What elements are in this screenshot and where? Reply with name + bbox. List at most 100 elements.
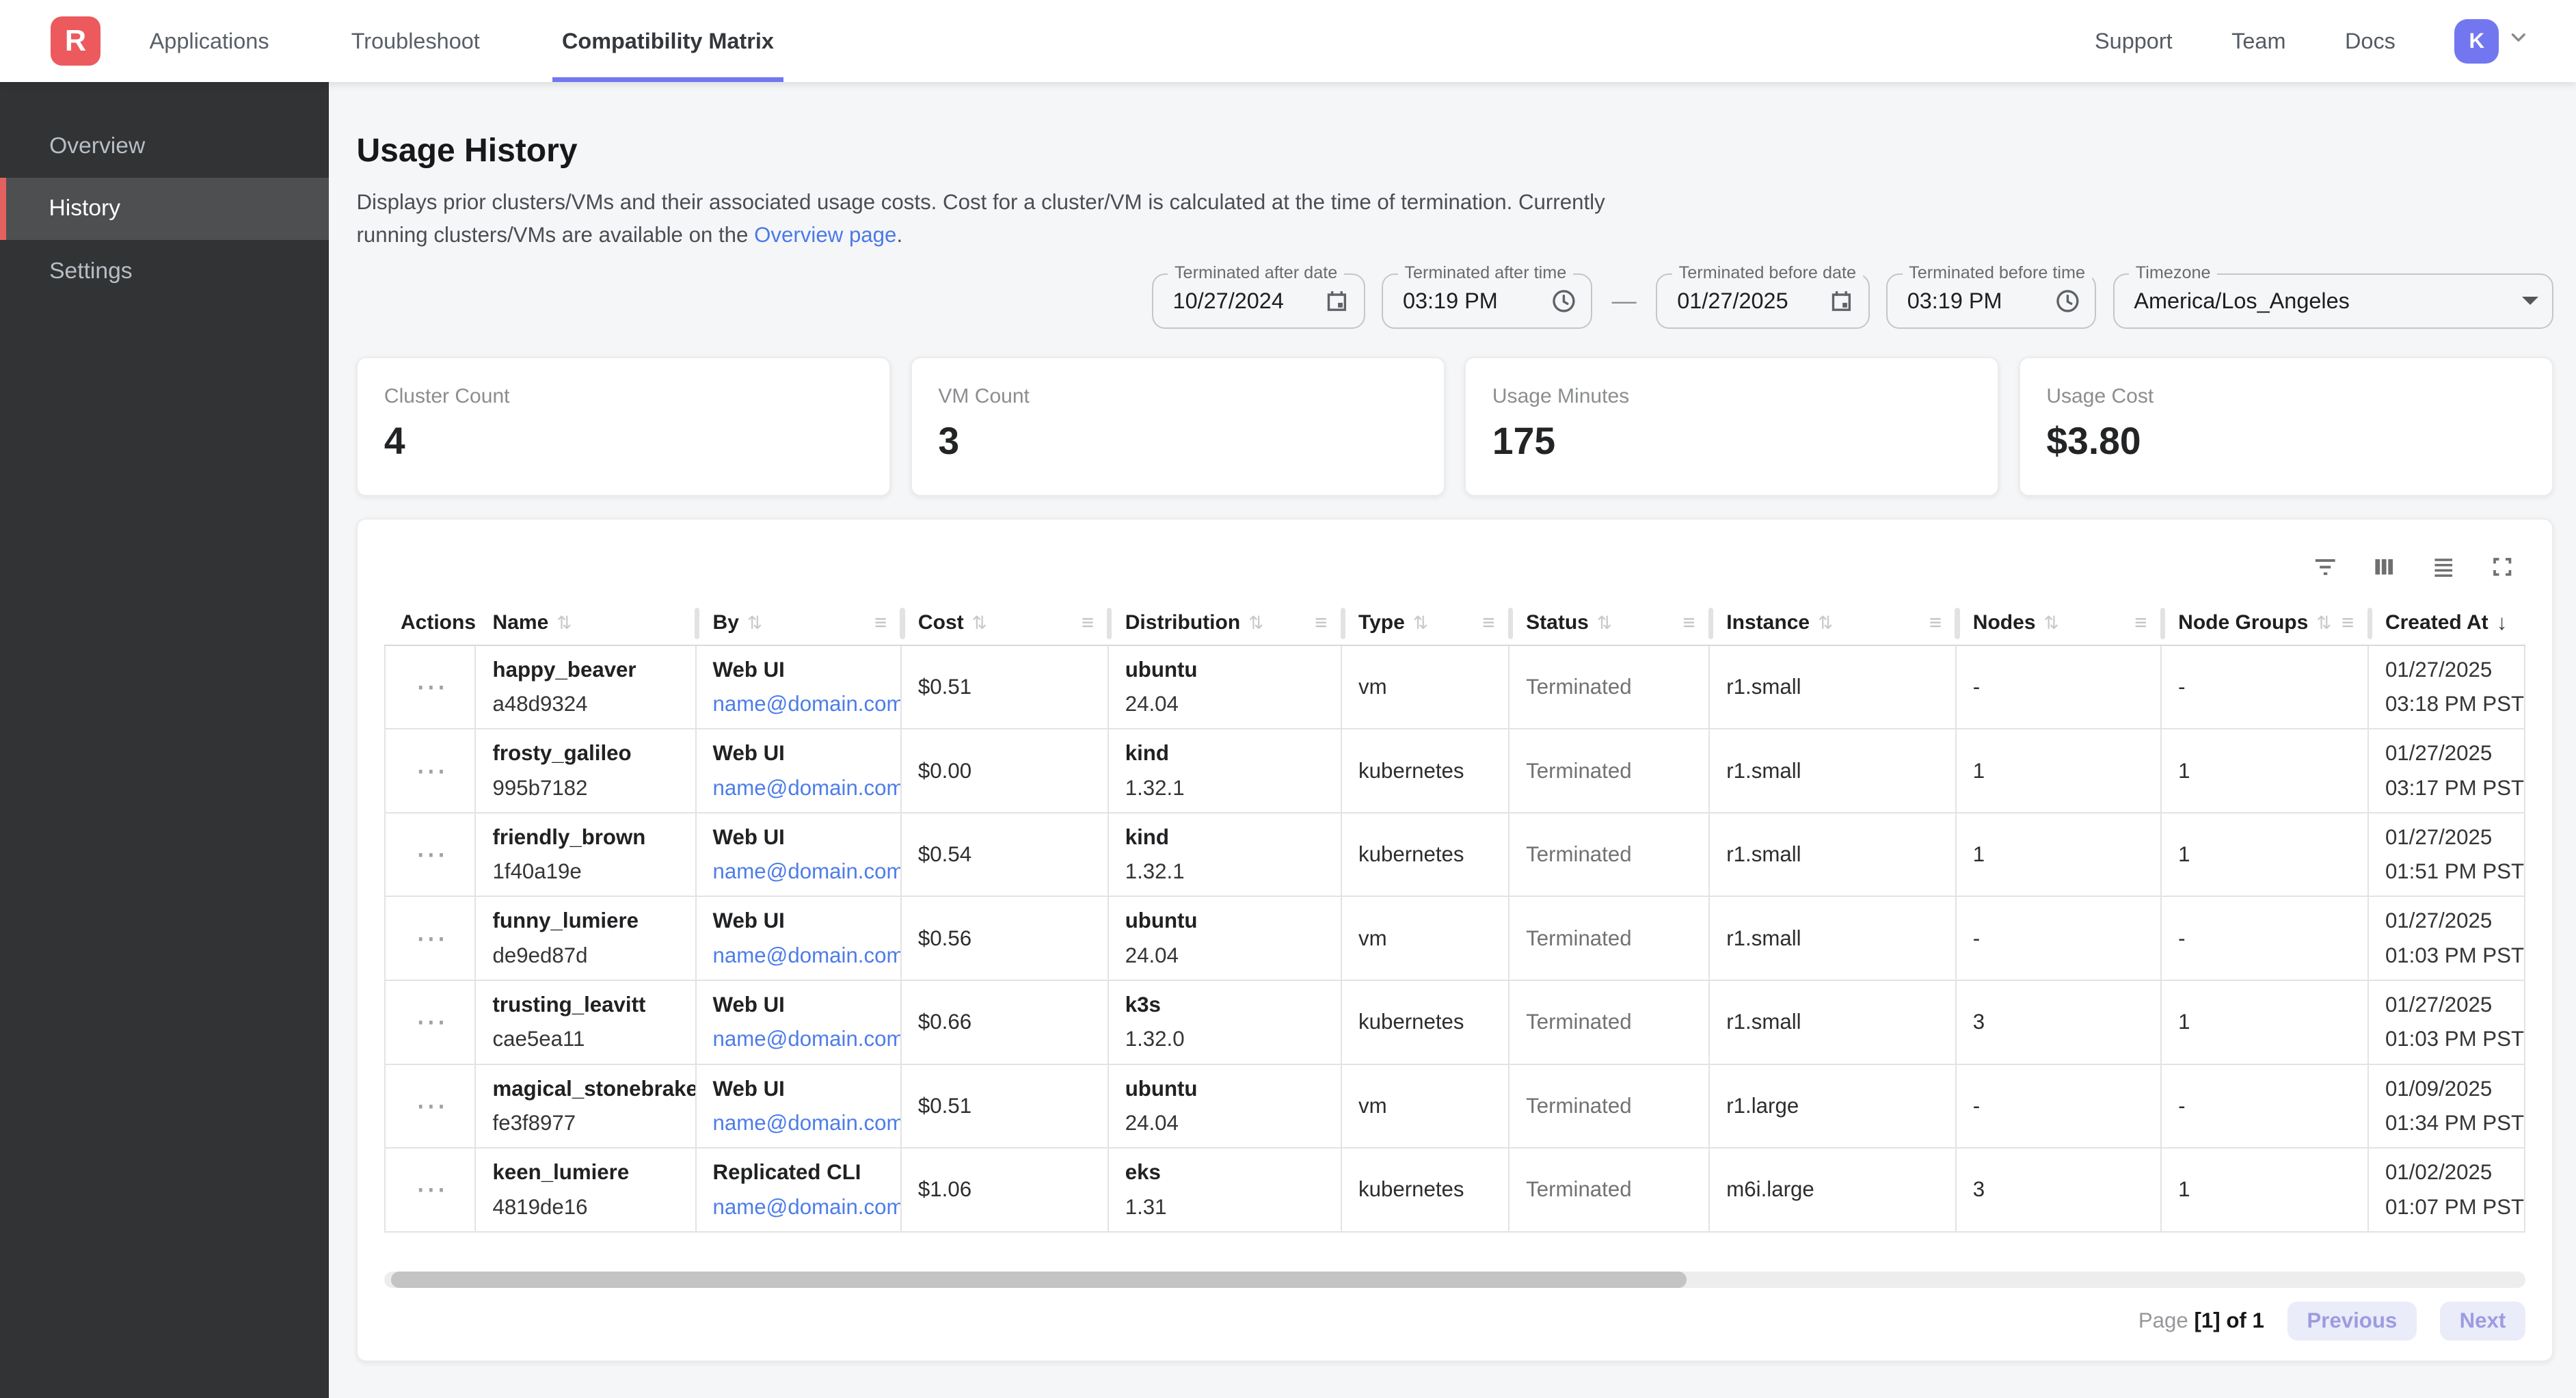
cell-distribution: kind1.32.1 <box>1109 814 1342 896</box>
column-menu-icon[interactable]: ≡ <box>2134 610 2147 635</box>
by-email-link[interactable]: name@domain.com <box>713 855 887 888</box>
table-row: ⋯funny_lumierede9ed87dWeb UIname@domain.… <box>384 897 2525 981</box>
by-source-text: Web UI <box>713 1073 887 1105</box>
terminated-after-date-value[interactable]: 10/27/2024 <box>1173 288 1284 314</box>
column-header-actions: Actions <box>384 602 477 645</box>
link-docs[interactable]: Docs <box>2345 29 2396 54</box>
column-header-type[interactable]: Type⇅≡ <box>1342 602 1510 645</box>
link-support[interactable]: Support <box>2095 29 2173 54</box>
terminated-before-date-field[interactable]: Terminated before date 01/27/2025 <box>1656 273 1869 330</box>
timezone-value[interactable]: America/Los_Angeles <box>2134 288 2350 314</box>
avatar[interactable]: K <box>2454 19 2499 64</box>
terminated-after-date-field[interactable]: Terminated after date 10/27/2024 <box>1152 273 1365 330</box>
overview-page-link[interactable]: Overview page <box>754 223 896 247</box>
column-header-by[interactable]: By⇅≡ <box>697 602 902 645</box>
previous-page-button[interactable]: Previous <box>2287 1302 2417 1341</box>
replicated-logo[interactable]: R <box>51 16 100 66</box>
row-actions-button[interactable]: ⋯ <box>416 930 448 947</box>
columns-icon[interactable] <box>2371 554 2397 580</box>
sort-icon[interactable]: ⇅ <box>972 613 987 634</box>
link-team[interactable]: Team <box>2231 29 2285 54</box>
column-menu-icon[interactable]: ≡ <box>1482 610 1494 635</box>
sort-icon[interactable]: ⇅ <box>2044 613 2059 634</box>
id-text: fe3f8977 <box>493 1107 682 1140</box>
sort-icon[interactable]: ⇅ <box>1248 613 1263 634</box>
sort-icon[interactable]: ⇅ <box>747 613 762 634</box>
instance-text: r1.small <box>1726 759 1942 783</box>
chevron-down-icon[interactable] <box>2507 26 2530 56</box>
column-menu-icon[interactable]: ≡ <box>2342 610 2354 635</box>
created-date-text: 01/27/2025 <box>2385 654 2511 686</box>
column-header-distribution[interactable]: Distribution⇅≡ <box>1109 602 1342 645</box>
sidebar-item-overview[interactable]: Overview <box>0 115 329 177</box>
horizontal-scrollbar-thumb[interactable] <box>391 1272 1687 1288</box>
terminated-before-date-value[interactable]: 01/27/2025 <box>1677 288 1788 314</box>
name-text: magical_stonebraker <box>493 1073 682 1105</box>
calendar-icon[interactable] <box>1814 287 1855 315</box>
terminated-after-time-field[interactable]: Terminated after time 03:19 PM <box>1382 273 1592 330</box>
sort-desc-icon[interactable]: ↓ <box>2497 610 2508 635</box>
timezone-select[interactable]: Timezone America/Los_Angeles <box>2113 273 2553 330</box>
clock-icon[interactable] <box>1536 287 1577 315</box>
by-email-link[interactable]: name@domain.com <box>713 1191 887 1224</box>
cell-nodes: 3 <box>1957 1148 2162 1231</box>
terminated-before-time-field[interactable]: Terminated before time 03:19 PM <box>1886 273 2097 330</box>
select-caret-icon[interactable] <box>2522 297 2538 305</box>
sort-icon[interactable]: ⇅ <box>1818 613 1833 634</box>
fullscreen-icon[interactable] <box>2489 554 2515 580</box>
sidebar-item-history[interactable]: History <box>0 178 329 240</box>
sort-icon[interactable]: ⇅ <box>1413 613 1428 634</box>
user-menu[interactable]: K <box>2454 19 2530 64</box>
cell-created-at: 01/27/202503:18 PM PST <box>2369 646 2525 729</box>
row-actions-button[interactable]: ⋯ <box>416 1181 448 1198</box>
next-page-button[interactable]: Next <box>2440 1302 2525 1341</box>
tab-troubleshoot[interactable]: Troubleshoot <box>341 0 489 82</box>
column-menu-icon[interactable]: ≡ <box>1082 610 1094 635</box>
by-email-link[interactable]: name@domain.com <box>713 1023 887 1056</box>
by-email-link[interactable]: name@domain.com <box>713 939 887 972</box>
sidebar-item-settings[interactable]: Settings <box>0 240 329 302</box>
density-icon[interactable] <box>2430 554 2456 580</box>
cell-actions: ⋯ <box>384 814 477 896</box>
by-email-link[interactable]: name@domain.com <box>713 688 887 721</box>
row-actions-button[interactable]: ⋯ <box>416 763 448 779</box>
tab-compatibility-matrix[interactable]: Compatibility Matrix <box>552 0 784 82</box>
sort-icon[interactable]: ⇅ <box>556 613 572 634</box>
column-header-cost[interactable]: Cost⇅≡ <box>902 602 1109 645</box>
column-menu-icon[interactable]: ≡ <box>1929 610 1942 635</box>
row-actions-button[interactable]: ⋯ <box>416 679 448 695</box>
filter-icon[interactable] <box>2312 554 2338 580</box>
row-actions-button[interactable]: ⋯ <box>416 1098 448 1114</box>
column-header-nodes[interactable]: Nodes⇅≡ <box>1957 602 2162 645</box>
stat-value: 175 <box>1492 419 1972 463</box>
created-date-text: 01/02/2025 <box>2385 1156 2511 1189</box>
status-text: Terminated <box>1526 1177 1695 1202</box>
cell-type: vm <box>1342 897 1510 980</box>
column-menu-icon[interactable]: ≡ <box>1315 610 1327 635</box>
column-header-created-at[interactable]: Created At↓ <box>2369 602 2525 645</box>
cell-status: Terminated <box>1510 646 1710 729</box>
by-email-link[interactable]: name@domain.com <box>713 772 887 805</box>
cell-type: kubernetes <box>1342 729 1510 812</box>
sort-icon[interactable]: ⇅ <box>1597 613 1612 634</box>
row-actions-button[interactable]: ⋯ <box>416 846 448 863</box>
version-text: 1.32.1 <box>1125 855 1328 888</box>
cell-node-groups: - <box>2162 897 2369 980</box>
by-email-link[interactable]: name@domain.com <box>713 1107 887 1140</box>
calendar-icon[interactable] <box>1310 287 1351 315</box>
column-header-status[interactable]: Status⇅≡ <box>1510 602 1710 645</box>
nodes-text: - <box>1973 675 2147 699</box>
cell-instance: r1.small <box>1710 814 1956 896</box>
column-menu-icon[interactable]: ≡ <box>1682 610 1695 635</box>
terminated-after-time-value[interactable]: 03:19 PM <box>1403 288 1498 314</box>
cell-created-at: 01/27/202501:51 PM PST <box>2369 814 2525 896</box>
column-header-node-groups[interactable]: Node Groups⇅≡ <box>2162 602 2369 645</box>
column-header-name[interactable]: Name⇅ <box>476 602 696 645</box>
column-menu-icon[interactable]: ≡ <box>874 610 887 635</box>
row-actions-button[interactable]: ⋯ <box>416 1014 448 1030</box>
column-header-instance[interactable]: Instance⇅≡ <box>1710 602 1956 645</box>
tab-applications[interactable]: Applications <box>139 0 279 82</box>
terminated-before-time-value[interactable]: 03:19 PM <box>1907 288 2002 314</box>
sort-icon[interactable]: ⇅ <box>2316 613 2331 634</box>
clock-icon[interactable] <box>2041 287 2082 315</box>
